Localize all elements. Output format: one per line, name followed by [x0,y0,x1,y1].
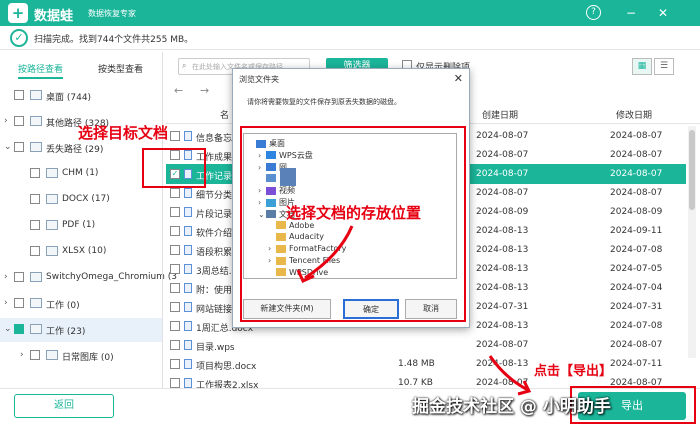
annotation-arrow-location [304,225,354,280]
annotation-arrow-export [488,355,529,392]
annotation-arrows [296,225,532,396]
watermark: 掘金技术社区 @ 小明助手 [412,397,611,417]
